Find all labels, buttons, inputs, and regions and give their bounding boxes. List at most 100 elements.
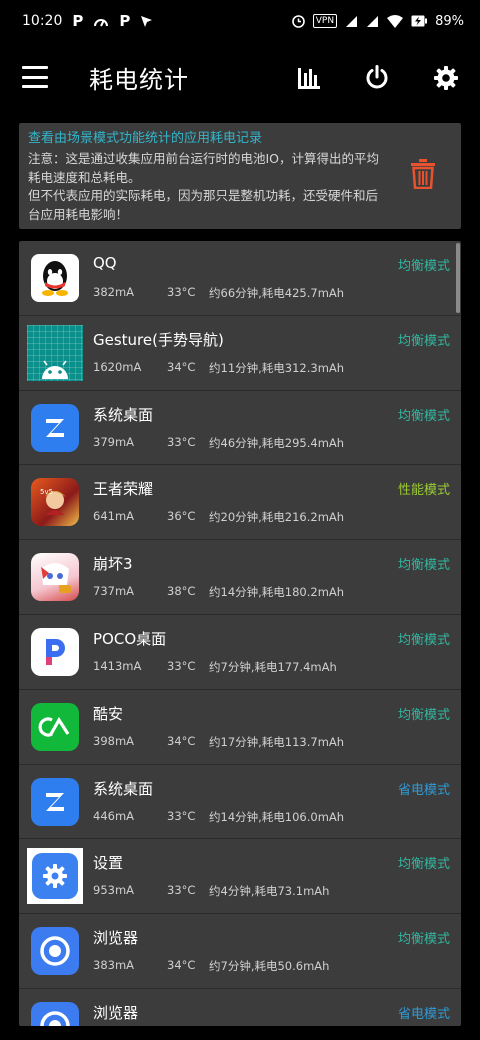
temperature-value: 34°C	[167, 733, 196, 748]
gear-icon[interactable]	[432, 64, 460, 92]
current-value: 953mA	[93, 883, 135, 898]
temperature-value: 38°C	[167, 584, 196, 599]
browser-icon	[31, 1001, 79, 1026]
cursor-notification-icon	[141, 15, 153, 27]
current-value: 382mA	[93, 285, 135, 299]
current-value: 641mA	[93, 509, 135, 524]
scene-record-link[interactable]: 查看由场景模式功能统计的应用耗电记录	[28, 130, 452, 148]
speed-notification-icon	[94, 19, 109, 27]
temperature-value: 34°C	[167, 958, 196, 973]
temperature-value: 33°C	[167, 434, 196, 449]
status-time: 10:20	[22, 13, 63, 29]
usage-value: 约14分钟,耗电180.2mAh	[209, 585, 345, 600]
signal-icon	[346, 15, 358, 27]
current-value: 737mA	[93, 584, 135, 599]
bar-chart-icon[interactable]	[295, 64, 323, 92]
app-usage-row[interactable]: 系统桌面 省电模式 446mA 33°C 约14分钟,耗电106.0mAh	[19, 765, 461, 840]
parking-notification-icon: P	[72, 12, 84, 30]
mode-label: 省电模式	[397, 782, 450, 798]
app-name: 酷安	[93, 704, 124, 723]
app-usage-row[interactable]: 酷安 均衡模式 398mA 34°C 约17分钟,耗电113.7mAh	[19, 690, 461, 765]
app-name: 王者荣耀	[93, 480, 154, 499]
current-value: 398mA	[93, 733, 135, 748]
power-icon[interactable]	[363, 64, 391, 92]
mode-label: 省电模式	[397, 1006, 450, 1022]
usage-value: 约46分钟,耗电295.4mAh	[209, 435, 345, 450]
trash-icon[interactable]	[411, 159, 435, 189]
current-value: 379mA	[93, 434, 135, 449]
usage-value: 约4分钟,耗电73.1mAh	[209, 884, 330, 899]
temperature-value: 33°C	[167, 883, 196, 898]
notice-card: 查看由场景模式功能统计的应用耗电记录 注意：这是通过收集应用前台运行时的电池IO…	[19, 123, 461, 229]
app-name: 浏览器	[93, 929, 139, 948]
temperature-value: 36°C	[167, 509, 196, 524]
mode-label: 性能模式	[397, 483, 450, 499]
app-usage-row[interactable]: QQ 均衡模式 382mA 33°C 约66分钟,耗电425.7mAh	[19, 241, 461, 316]
usage-value: 约14分钟,耗电106.0mAh	[209, 809, 345, 824]
battery-charging-icon	[411, 15, 428, 27]
app-usage-row[interactable]: 浏览器 均衡模式 383mA 34°C 约7分钟,耗电50.6mAh	[19, 914, 461, 989]
temperature-value: 34°C	[167, 359, 196, 374]
app-name: 系统桌面	[93, 779, 154, 798]
app-usage-row[interactable]: Gesture(手势导航) 均衡模式 1620mA 34°C 约11分钟,耗电312.3…	[19, 316, 461, 391]
signal-icon-2	[367, 15, 379, 27]
page-title: 耗电统计	[89, 66, 189, 94]
mode-label: 均衡模式	[397, 932, 450, 948]
settings-icon	[27, 848, 83, 905]
mode-label: 均衡模式	[397, 558, 450, 574]
mode-label: 均衡模式	[397, 857, 450, 873]
game-icon: 5v5	[31, 478, 79, 527]
launcher-icon	[31, 777, 79, 826]
qq-icon	[31, 254, 79, 302]
usage-value: 约7分钟,耗电50.6mAh	[209, 959, 330, 974]
usage-value: 约17分钟,耗电113.7mAh	[209, 734, 345, 749]
mode-label: 均衡模式	[397, 408, 450, 424]
app-usage-row[interactable]: 设置 均衡模式 953mA 33°C 约4分钟,耗电73.1mAh	[19, 839, 461, 915]
app-name: 系统桌面	[93, 405, 154, 424]
coolapk-icon	[31, 702, 79, 751]
wifi-icon	[387, 14, 404, 28]
usage-value: 约11分钟,耗电312.3mAh	[209, 360, 345, 375]
app-usage-list[interactable]: QQ 均衡模式 382mA 33°C 约66分钟,耗电425.7mAh Gesture(手…	[19, 241, 461, 1026]
current-value: 1413mA	[93, 658, 142, 673]
temperature-value: 33°C	[167, 658, 196, 673]
app-usage-row[interactable]: 系统桌面 均衡模式 379mA 33°C 约46分钟,耗电295.4mAh	[19, 391, 461, 466]
app-name: 设置	[93, 854, 124, 873]
app-name: QQ	[93, 254, 117, 272]
app-name: Gesture(手势导航)	[93, 330, 224, 349]
usage-value: 约7分钟,耗电177.4mAh	[209, 659, 337, 674]
temperature-value: 33°C	[167, 285, 196, 299]
usage-value: 约20分钟,耗电216.2mAh	[209, 510, 345, 525]
menu-icon[interactable]	[22, 66, 48, 88]
status-bar: 10:20 P P VPN 89%	[0, 0, 480, 42]
alarm-icon	[291, 14, 305, 28]
notice-text-1: 注意：这是通过收集应用前台运行时的电池IO，计算得出的平均耗电速度和总耗电。	[28, 151, 380, 185]
mode-label: 均衡模式	[397, 259, 450, 274]
mode-label: 均衡模式	[397, 632, 450, 648]
svg-text:5v5: 5v5	[40, 488, 53, 496]
current-value: 446mA	[93, 808, 135, 823]
current-value: 1620mA	[93, 359, 142, 374]
app-name: 浏览器	[93, 1003, 139, 1022]
app-usage-row[interactable]: 5v5 王者荣耀 性能模式 641mA 36°C 约20分钟,耗电216.2mAh	[19, 465, 461, 541]
poco-icon	[31, 627, 79, 676]
vpn-badge: VPN	[312, 14, 338, 28]
app-usage-row[interactable]: 浏览器 省电模式	[19, 989, 461, 1026]
browser-icon	[31, 927, 79, 976]
app-name: POCO桌面	[93, 629, 167, 648]
android-icon	[27, 324, 83, 381]
app-bar: 耗电统计	[0, 42, 480, 114]
notice-text-2: 但不代表应用的实际耗电，因为那只是整机功耗，还受硬件和后台应用耗电影响！	[28, 188, 379, 222]
battery-percent: 89%	[435, 13, 464, 29]
app-usage-row[interactable]: 崩坏3 均衡模式 737mA 38°C 约14分钟,耗电180.2mAh	[19, 540, 461, 615]
launcher-icon	[31, 403, 79, 452]
app-name: 崩坏3	[93, 555, 133, 574]
parking-notification-icon-2: P	[119, 12, 131, 30]
temperature-value: 33°C	[167, 808, 196, 823]
anime-game-icon	[31, 553, 79, 602]
mode-label: 均衡模式	[397, 333, 450, 349]
usage-value: 约66分钟,耗电425.7mAh	[209, 286, 345, 300]
current-value: 383mA	[93, 958, 135, 973]
mode-label: 均衡模式	[397, 707, 450, 723]
app-usage-row[interactable]: POCO桌面 均衡模式 1413mA 33°C 约7分钟,耗电177.4mAh	[19, 615, 461, 690]
